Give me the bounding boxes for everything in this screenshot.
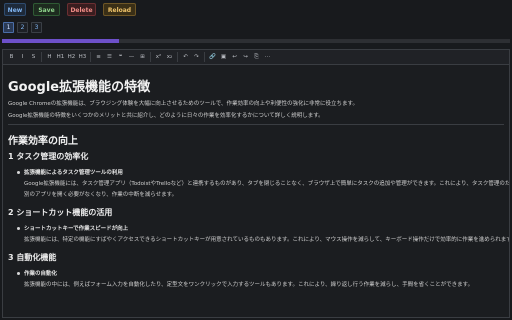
strike-icon[interactable]: S [29, 52, 38, 62]
list-item-bold-2: ショートカットキーで作業スピードが向上 [24, 226, 129, 232]
superscript-icon[interactable]: x² [154, 52, 163, 62]
italic-icon[interactable]: I [18, 52, 27, 62]
toolbar-separator [41, 52, 42, 62]
page-1-button[interactable]: 1 [3, 22, 14, 33]
top-action-bar: New Save Delete Reload [0, 0, 512, 40]
toolbar-separator [150, 52, 151, 62]
editor-content[interactable]: Google拡張機能の特徴 Google Chromeの拡張機能は、ブラウジング… [3, 64, 509, 318]
list-item-text-3a: 拡張機能の中には、例えばフォーム入力を自動化したり、定型文をワンクリックで入力す… [24, 282, 474, 288]
undo-icon[interactable]: ↶ [181, 52, 190, 62]
bullet-icon [17, 272, 20, 275]
h1-icon[interactable]: H1 [56, 52, 65, 62]
list-item-bold-3: 作業の自動化 [24, 271, 58, 277]
rule-icon[interactable]: — [127, 52, 136, 62]
subsection-heading-2: 2 ショートカット機能の活用 [8, 208, 113, 217]
toolbar-separator [90, 52, 91, 62]
intro-paragraph-1: Google Chromeの拡張機能は、ブラウジング体験を大幅に向上させるための… [8, 101, 358, 107]
subsection-heading-1: 1 タスク管理の効率化 [8, 152, 89, 161]
bullet-icon [17, 171, 20, 174]
quote-icon[interactable]: ❝ [116, 52, 125, 62]
list-item-bold-1: 拡張機能によるタスク管理ツールの利用 [24, 170, 123, 176]
page-3-button[interactable]: 3 [31, 22, 42, 33]
intro-paragraph-2: Google拡張機能の特徴をいくつかのメリットと共に紹介し、どのように日々の作業… [8, 113, 324, 119]
page-2-button[interactable]: 2 [17, 22, 28, 33]
image-icon[interactable]: ▣ [219, 52, 228, 62]
h2-icon[interactable]: H2 [67, 52, 76, 62]
indent-icon[interactable]: ↩ [230, 52, 239, 62]
editor-toolbar: B I S H H1 H2 H3 ≡ ☰ ❝ — ⊞ x² x₂ ↶ ↷ 🔗 ▣ ↩ ↪ ⎘ ⋯ [3, 50, 509, 65]
subscript-icon[interactable]: x₂ [165, 52, 174, 62]
link-icon[interactable]: 🔗 [208, 52, 217, 62]
heading-icon[interactable]: H [45, 52, 54, 62]
more-icon[interactable]: ⋯ [263, 52, 272, 62]
section-heading: 作業効率の向上 [8, 136, 78, 147]
rich-text-editor: B I S H H1 H2 H3 ≡ ☰ ❝ — ⊞ x² x₂ ↶ ↷ 🔗 ▣ ↩ ↪ ⎘ ⋯ Google拡張機能の特… [2, 49, 510, 318]
list-item-text-2a: 拡張機能には、特定の機能にすばやくアクセスできるショートカットキーが用意されてい… [24, 237, 509, 243]
save-button[interactable]: Save [33, 3, 60, 16]
delete-button[interactable]: Delete [67, 3, 96, 16]
bullet-icon [17, 227, 20, 230]
toolbar-separator [204, 52, 205, 62]
copy-icon[interactable]: ⎘ [252, 52, 261, 62]
bold-icon[interactable]: B [7, 52, 16, 62]
progress-bar [2, 39, 510, 43]
list-icon[interactable]: ☰ [105, 52, 114, 62]
redo-icon[interactable]: ↷ [192, 52, 201, 62]
align-left-icon[interactable]: ≡ [94, 52, 103, 62]
outdent-icon[interactable]: ↪ [241, 52, 250, 62]
document-title: Google拡張機能の特徴 [8, 80, 151, 95]
subsection-heading-3: 3 自動化機能 [8, 253, 57, 262]
h3-icon[interactable]: H3 [78, 52, 87, 62]
progress-fill [2, 39, 119, 43]
divider [8, 124, 504, 125]
reload-button[interactable]: Reload [103, 3, 136, 16]
table-icon[interactable]: ⊞ [138, 52, 147, 62]
list-item-text-1a: Google拡張機能には、タスク管理アプリ（TodoistやTrelloなど）と… [24, 181, 509, 187]
list-item-text-1b: 別のアプリを開く必要がなくなり、作業の中断を減らせます。 [24, 192, 178, 198]
toolbar-separator [177, 52, 178, 62]
new-button[interactable]: New [4, 3, 26, 16]
